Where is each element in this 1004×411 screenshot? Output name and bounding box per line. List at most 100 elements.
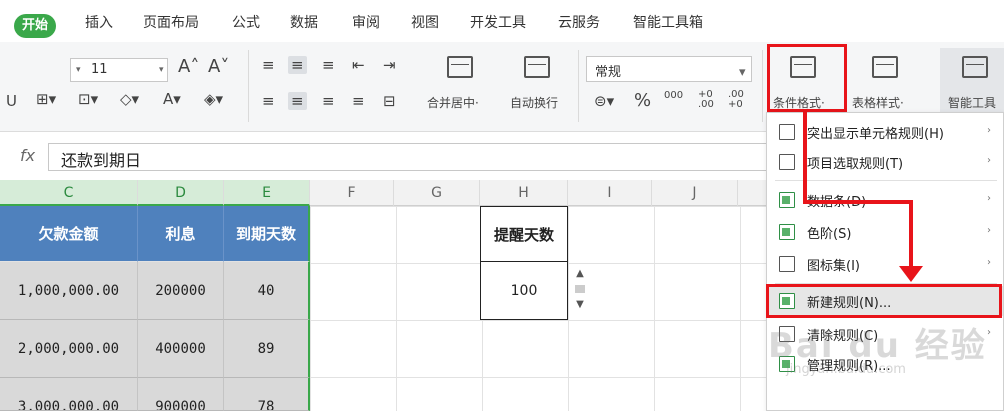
formula-input[interactable]: 还款到期日: [48, 143, 768, 171]
chevron-down-icon: ▾: [739, 65, 746, 80]
eraser-icon[interactable]: ◈▾: [204, 90, 223, 108]
align-left-icon[interactable]: ≡: [262, 92, 275, 110]
highlight-box: [767, 44, 847, 112]
table-cell[interactable]: 900000: [138, 378, 224, 411]
tab-smart-toolbox[interactable]: 智能工具箱: [633, 12, 703, 32]
smart-tool-icon: [962, 56, 988, 78]
table-style-button[interactable]: 表格样式·: [852, 94, 904, 111]
menu-item-clear-rules[interactable]: 清除规则(C) ›: [767, 319, 1003, 349]
justify-icon[interactable]: ≡: [352, 92, 365, 110]
arrow-line: [803, 200, 913, 204]
indent-decrease-icon[interactable]: ⇤: [352, 56, 365, 74]
fx-icon[interactable]: fx: [20, 146, 35, 165]
chevron-down-icon: ▾: [76, 65, 81, 75]
arrow-line: [909, 200, 913, 272]
percent-button[interactable]: %: [634, 90, 651, 111]
chevron-right-icon: ›: [987, 193, 991, 204]
remind-days-value[interactable]: 100: [480, 262, 568, 320]
decrease-font-icon[interactable]: A˅: [208, 56, 229, 77]
table-cell[interactable]: 78: [224, 378, 310, 411]
chevron-right-icon: ›: [987, 155, 991, 166]
ribbon-divider: [248, 50, 249, 122]
fill-color-icon[interactable]: ◇▾: [120, 90, 139, 108]
column-header-j[interactable]: J: [652, 180, 738, 206]
column-header-e[interactable]: E: [224, 180, 310, 206]
ribbon-divider: [762, 50, 763, 122]
font-color-icon[interactable]: A▾: [163, 90, 181, 108]
header-cell-days[interactable]: 到期天数: [224, 206, 310, 262]
tab-formula[interactable]: 公式: [232, 12, 260, 32]
number-format-select[interactable]: 常规 ▾: [586, 56, 752, 82]
chevron-right-icon: ›: [987, 257, 991, 268]
column-header-h[interactable]: H: [480, 180, 568, 206]
conditional-format-menu: 突出显示单元格规则(H) › 项目选取规则(T) › 数据条(D) › 色阶(S…: [766, 112, 1004, 411]
merge-center-icon[interactable]: [447, 56, 473, 78]
table-cell[interactable]: 40: [224, 262, 310, 320]
menu-item-icon-sets[interactable]: 图标集(I) ›: [767, 249, 1003, 279]
font-size-select[interactable]: ▾ 11 ▾: [70, 58, 168, 82]
menu-item-manage-rules[interactable]: 管理规则(R)...: [767, 349, 1003, 379]
table-cell[interactable]: 2,000,000.00: [0, 320, 138, 378]
chevron-down-icon[interactable]: ▼: [572, 299, 588, 310]
manage-rules-icon: [779, 356, 795, 372]
tab-review[interactable]: 审阅: [352, 12, 380, 32]
align-top-icon[interactable]: ≡: [262, 56, 275, 74]
arrow-head-icon: [899, 266, 923, 282]
header-cell-amount[interactable]: 欠款金额: [0, 206, 138, 262]
tab-developer[interactable]: 开发工具: [470, 12, 526, 32]
align-right-icon[interactable]: ≡: [322, 92, 335, 110]
menu-divider: [775, 180, 997, 181]
icon-set-icon: [779, 256, 795, 272]
header-cell-interest[interactable]: 利息: [138, 206, 224, 262]
chevron-down-icon: ▾: [159, 65, 164, 75]
align-center-icon[interactable]: ≡: [288, 92, 307, 110]
wrap-text-button[interactable]: 自动换行: [510, 94, 558, 111]
chevron-right-icon: ›: [987, 225, 991, 236]
arrow-line: [803, 112, 807, 202]
table-cell[interactable]: 400000: [138, 320, 224, 378]
column-header-d[interactable]: D: [138, 180, 224, 206]
increase-font-icon[interactable]: A˄: [178, 56, 199, 77]
remind-days-label[interactable]: 提醒天数: [480, 206, 568, 262]
distributed-icon[interactable]: ⊟: [383, 92, 396, 110]
thousands-button[interactable]: 000: [664, 90, 683, 101]
highlight-cells-icon: [779, 124, 795, 140]
spinner-thumb[interactable]: [575, 285, 585, 293]
column-header-f[interactable]: F: [310, 180, 394, 206]
tab-insert[interactable]: 插入: [85, 12, 113, 32]
highlight-box: [766, 284, 1002, 318]
cell-style-icon[interactable]: ⊡▾: [78, 90, 98, 108]
chevron-up-icon[interactable]: ▲: [572, 268, 588, 279]
spinner-control[interactable]: ▲ ▼: [572, 268, 588, 314]
increase-decimal-button[interactable]: +0 .00: [698, 90, 720, 110]
underline-icon[interactable]: U: [6, 92, 17, 110]
table-cell[interactable]: 1,000,000.00: [0, 262, 138, 320]
column-header-c[interactable]: C: [0, 180, 138, 206]
align-middle-icon[interactable]: ≡: [288, 56, 307, 74]
decrease-decimal-button[interactable]: .00 +0: [728, 90, 750, 110]
currency-icon[interactable]: ⊜▾: [594, 92, 614, 110]
table-cell[interactable]: 3,000,000.00: [0, 378, 138, 411]
menu-bar: 开始 插入 页面布局 公式 数据 审阅 视图 开发工具 云服务 智能工具箱: [0, 0, 1004, 42]
tab-view[interactable]: 视图: [411, 12, 439, 32]
table-cell[interactable]: 200000: [138, 262, 224, 320]
tab-data[interactable]: 数据: [290, 12, 318, 32]
top-bottom-icon: [779, 154, 795, 170]
border-icon[interactable]: ⊞▾: [36, 90, 56, 108]
color-scale-icon: [779, 224, 795, 240]
tab-page-layout[interactable]: 页面布局: [143, 12, 199, 32]
indent-increase-icon[interactable]: ⇥: [383, 56, 396, 74]
chevron-right-icon: ›: [987, 125, 991, 136]
clear-rules-icon: [779, 326, 795, 342]
merge-center-button[interactable]: 合并居中·: [427, 94, 479, 111]
chevron-right-icon: ›: [987, 327, 991, 338]
column-header-g[interactable]: G: [394, 180, 480, 206]
menu-item-color-scales[interactable]: 色阶(S) ›: [767, 217, 1003, 247]
align-bottom-icon[interactable]: ≡: [322, 56, 335, 74]
table-cell[interactable]: 89: [224, 320, 310, 378]
column-header-i[interactable]: I: [568, 180, 652, 206]
tab-home[interactable]: 开始: [14, 14, 56, 38]
tab-cloud[interactable]: 云服务: [558, 12, 600, 32]
table-style-icon[interactable]: [872, 56, 898, 78]
wrap-text-icon[interactable]: [524, 56, 550, 78]
